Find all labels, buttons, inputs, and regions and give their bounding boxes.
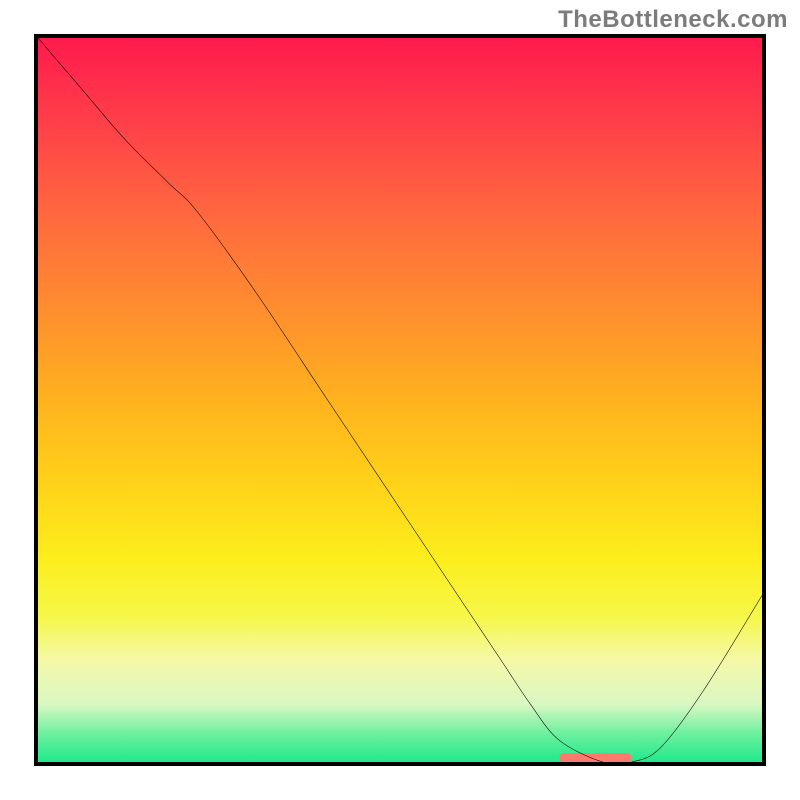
chart-container: TheBottleneck.com bbox=[0, 0, 800, 800]
plot-area bbox=[34, 34, 766, 766]
chart-svg bbox=[38, 38, 762, 762]
watermark-text: TheBottleneck.com bbox=[558, 6, 788, 34]
highlight-bar bbox=[559, 753, 631, 762]
bottleneck-curve bbox=[38, 38, 762, 762]
